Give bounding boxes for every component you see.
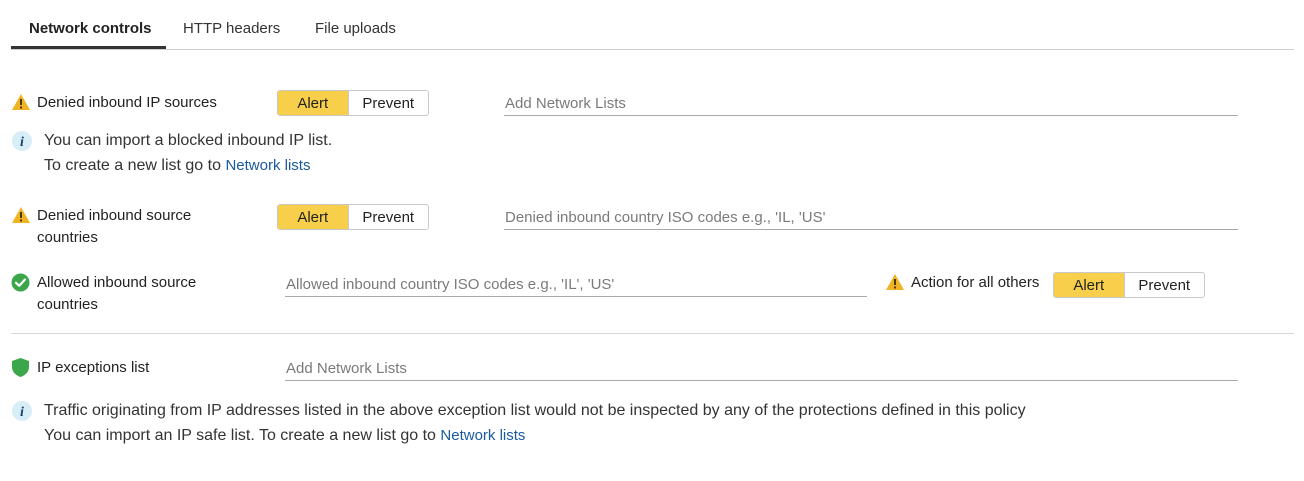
tab-bar: Network controls HTTP headers File uploa…	[11, 0, 1294, 50]
warning-icon	[11, 206, 31, 224]
prevent-option[interactable]: Prevent	[349, 205, 428, 229]
ip-exceptions-info-prefix: You can import an IP safe list. To creat…	[44, 427, 436, 444]
network-lists-link[interactable]: Network lists	[225, 157, 310, 174]
tab-network-controls[interactable]: Network controls	[29, 20, 152, 37]
denied-countries-mode-toggle: Alert Prevent	[277, 204, 429, 230]
prevent-option[interactable]: Prevent	[1125, 273, 1204, 297]
alert-option[interactable]: Alert	[278, 205, 349, 229]
denied-ip-mode-toggle: Alert Prevent	[277, 90, 429, 116]
denied-countries-input[interactable]	[504, 205, 1238, 230]
active-tab-indicator	[11, 46, 166, 49]
action-for-all-others-label: Action for all others	[911, 274, 1040, 291]
info-icon: i	[11, 130, 33, 152]
warning-icon	[885, 273, 905, 291]
denied-ip-label: Denied inbound IP sources	[37, 94, 217, 111]
denied-ip-info-text: You can import a blocked inbound IP list…	[44, 132, 333, 149]
shield-icon	[11, 357, 30, 378]
network-lists-link[interactable]: Network lists	[440, 427, 525, 444]
alert-option[interactable]: Alert	[1054, 273, 1125, 297]
section-divider	[11, 333, 1294, 334]
ip-exceptions-info-text: Traffic originating from IP addresses li…	[44, 402, 1026, 419]
allowed-countries-label: Allowed inbound source	[37, 274, 197, 291]
tab-http-headers[interactable]: HTTP headers	[183, 20, 280, 37]
ip-exceptions-label: IP exceptions list	[37, 359, 150, 376]
allowed-countries-label-line2: countries	[37, 296, 98, 313]
denied-countries-label: Denied inbound source	[37, 207, 192, 224]
others-mode-toggle: Alert Prevent	[1053, 272, 1205, 298]
ip-exceptions-input[interactable]	[285, 356, 1238, 381]
denied-ip-network-lists-input[interactable]	[504, 91, 1238, 116]
tab-file-uploads[interactable]: File uploads	[315, 20, 396, 37]
alert-option[interactable]: Alert	[278, 91, 349, 115]
denied-ip-info-line2: To create a new list go to Network lists	[44, 153, 310, 178]
denied-ip-info-prefix: To create a new list go to	[44, 157, 221, 174]
ip-exceptions-info-line2: You can import an IP safe list. To creat…	[44, 423, 525, 448]
allowed-countries-input[interactable]	[285, 272, 867, 297]
svg-text:i: i	[20, 135, 24, 150]
warning-icon	[11, 93, 31, 111]
svg-text:i: i	[20, 405, 24, 420]
check-circle-icon	[11, 273, 30, 292]
info-icon: i	[11, 400, 33, 422]
denied-countries-label-line2: countries	[37, 229, 98, 246]
prevent-option[interactable]: Prevent	[349, 91, 428, 115]
